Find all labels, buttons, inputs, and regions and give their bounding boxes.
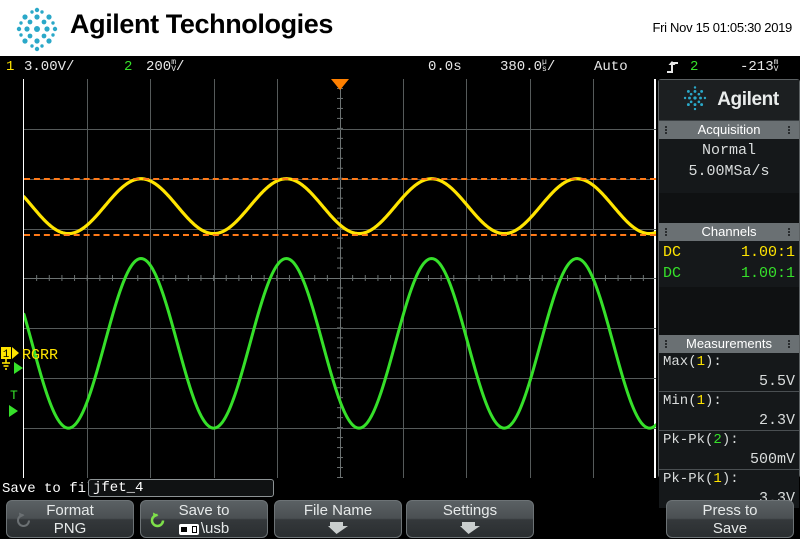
softkey-save-to-path: \usb	[200, 520, 230, 537]
measurement-item[interactable]: Max(1): 5.5V	[659, 353, 799, 391]
measurement-item[interactable]: Min(1): 2.3V	[659, 391, 799, 430]
ch2-scale[interactable]: 200 m V /	[146, 59, 185, 76]
softkey-save-to[interactable]: Save to \usb	[140, 500, 268, 538]
trigger-level[interactable]: -213 m V	[740, 58, 779, 76]
measurement-value: 5.5V	[758, 373, 795, 390]
ch1-scale[interactable]: 3.00V/	[24, 59, 74, 75]
softkey-press-to-save-line2: Save	[712, 520, 748, 537]
softkey-bar: Format PNG Save to \usb File Name Settin…	[0, 500, 800, 539]
filename-input[interactable]: jfet_4	[88, 479, 274, 497]
filename-row: Save to file = jfet_4	[0, 479, 800, 499]
ch2-scale-suffix: /	[176, 59, 185, 75]
measurement-name: Pk-Pk	[663, 432, 706, 448]
trigger-source[interactable]: 2	[690, 59, 698, 75]
softkey-settings-line2	[407, 520, 533, 537]
waveform-display[interactable]: 1 RGRR T	[0, 79, 656, 478]
section-header-acquisition[interactable]: Acquisition	[659, 121, 799, 139]
grip-icon	[664, 227, 671, 237]
cursor-line-lower[interactable]	[24, 234, 656, 236]
cursor-line-upper[interactable]	[24, 178, 656, 180]
sidebar-brand-label: Agilent	[717, 89, 779, 110]
section-header-measurements[interactable]: Measurements	[659, 335, 799, 353]
refresh-arrow-icon	[15, 512, 32, 529]
trigger-level-number: -213	[740, 59, 774, 75]
waveform-curves	[24, 79, 656, 478]
down-arrow-icon	[457, 522, 483, 535]
ch2-probe: 1.00:1	[740, 265, 795, 282]
grip-icon	[787, 227, 794, 237]
timebase-number: 380.0	[500, 59, 543, 75]
measurement-source: 1	[696, 354, 706, 370]
agilent-starburst-icon	[679, 83, 711, 118]
softkey-press-to-save[interactable]: Press to Save	[666, 500, 794, 538]
acquisition-title: Acquisition	[697, 122, 761, 137]
softkey-format[interactable]: Format PNG	[6, 500, 134, 538]
softkey-settings-line1: Settings	[442, 502, 498, 519]
softkey-settings[interactable]: Settings	[406, 500, 534, 538]
ch2-coupling: DC	[663, 265, 682, 282]
ch1-coupling: DC	[663, 244, 682, 261]
status-bar: 1 3.00V/ 2 200 m V/ 0.0s 380.0 µ s / Auto 2 -…	[0, 56, 800, 79]
trigger-level-label: T	[10, 388, 18, 403]
channel-row[interactable]: DC 1.00:1	[659, 263, 799, 284]
ch1-number[interactable]: 1	[6, 59, 14, 75]
softkey-press-to-save-line1: Press to	[702, 502, 758, 519]
ch2-ground-marker[interactable]	[13, 361, 25, 380]
softkey-file-name[interactable]: File Name	[274, 500, 402, 538]
acquisition-mode: Normal	[701, 142, 756, 159]
channels-title: Channels	[701, 224, 757, 239]
sidebar-logo: Agilent	[659, 80, 799, 121]
measurement-label: Max(1):	[663, 354, 722, 370]
measurement-source: 2	[713, 432, 722, 448]
trigger-level-arrow-icon[interactable]	[8, 404, 20, 423]
measurement-label: Pk-Pk(2):	[663, 432, 739, 448]
usb-drive-icon	[178, 524, 199, 535]
measurement-label: Min(1):	[663, 393, 722, 409]
section-header-channels[interactable]: Channels	[659, 223, 799, 241]
softkey-file-name-line2	[275, 520, 401, 537]
sweep-mode[interactable]: Auto	[594, 59, 628, 75]
measurement-source: 1	[696, 393, 706, 409]
agilent-starburst-icon	[8, 4, 66, 54]
measurement-name: Max	[663, 354, 689, 370]
measurement-value: 500mV	[749, 451, 795, 468]
ch1-overlay-text: RGRR	[22, 347, 59, 364]
measurement-name: Min	[663, 393, 689, 409]
app-header: Agilent Technologies Fri Nov 15 01:05:30…	[0, 0, 800, 56]
grip-icon	[664, 125, 671, 135]
delay-value[interactable]: 0.0s	[428, 59, 462, 75]
ch2-scale-value: 200	[146, 59, 172, 75]
ch1-probe: 1.00:1	[740, 244, 795, 261]
channel-row[interactable]: DC 1.00:1	[659, 242, 799, 263]
softkey-file-name-line1: File Name	[303, 502, 373, 519]
trigger-level-unit: mV	[773, 58, 779, 74]
oscilloscope-screen: Agilent Technologies Fri Nov 15 01:05:30…	[0, 0, 800, 539]
measurement-item[interactable]: Pk-Pk(2): 500mV	[659, 430, 799, 469]
measurement-value: 2.3V	[758, 412, 795, 429]
rising-edge-icon	[666, 60, 680, 80]
info-sidebar: Agilent Acquisition Normal 5.00MSa/s Cha…	[658, 79, 800, 508]
down-arrow-icon	[325, 522, 351, 535]
acquisition-body: Normal 5.00MSa/s	[659, 139, 799, 193]
brand-title: Agilent Technologies	[70, 9, 334, 39]
refresh-arrow-icon	[149, 512, 166, 529]
datetime-label: Fri Nov 15 01:05:30 2019	[652, 20, 792, 35]
grip-icon	[787, 339, 794, 349]
acquisition-rate: 5.00MSa/s	[688, 163, 770, 180]
timebase-value[interactable]: 380.0 µ s /	[500, 59, 556, 76]
measurements-title: Measurements	[686, 336, 772, 351]
grip-icon	[664, 339, 671, 349]
filename-value: jfet_4	[93, 480, 144, 496]
ch2-number[interactable]: 2	[124, 59, 132, 75]
grip-icon	[787, 125, 794, 135]
timebase-suffix: /	[546, 59, 556, 75]
channels-body: DC 1.00:1 DC 1.00:1	[659, 241, 799, 287]
